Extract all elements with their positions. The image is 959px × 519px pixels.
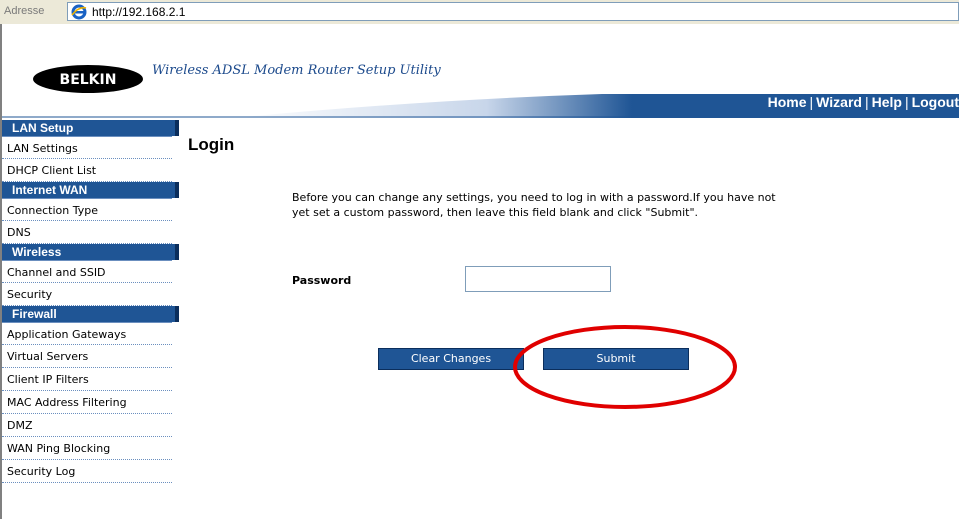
- sidebar-item-channel-ssid[interactable]: Channel and SSID: [2, 260, 172, 283]
- router-header: BELKIN Wireless ADSL Modem Router Setup …: [2, 24, 959, 118]
- sidebar-item-mac-address-filtering[interactable]: MAC Address Filtering: [2, 391, 172, 414]
- address-url: http://192.168.2.1: [92, 5, 186, 19]
- address-bar: Adresse http://192.168.2.1: [0, 0, 959, 25]
- sidebar-item-wireless-security[interactable]: Security: [2, 283, 172, 306]
- sidebar-item-security-log[interactable]: Security Log: [2, 460, 172, 483]
- sidebar-menu: LAN Setup LAN Settings DHCP Client List …: [2, 120, 179, 483]
- nav-logout-link[interactable]: Logout: [912, 94, 959, 110]
- utility-title: Wireless ADSL Modem Router Setup Utility: [152, 63, 441, 78]
- sidebar-section-wireless: Wireless: [2, 244, 179, 260]
- sidebar-item-connection-type[interactable]: Connection Type: [2, 198, 172, 221]
- login-instructions: Before you can change any settings, you …: [292, 191, 776, 219]
- top-nav: Home | Wizard | Help | Logout: [767, 94, 959, 110]
- address-label: Adresse: [4, 5, 45, 17]
- sidebar-item-application-gateways[interactable]: Application Gateways: [2, 322, 172, 345]
- submit-highlight-circle: [513, 325, 737, 409]
- address-input[interactable]: http://192.168.2.1: [67, 2, 959, 21]
- password-label: Password: [292, 274, 352, 287]
- nav-home-link[interactable]: Home: [768, 94, 807, 110]
- page-title: Login: [188, 135, 235, 154]
- sidebar-section-lan-setup: LAN Setup: [2, 120, 179, 136]
- sidebar-item-virtual-servers[interactable]: Virtual Servers: [2, 345, 172, 368]
- sidebar-item-lan-settings[interactable]: LAN Settings: [2, 136, 172, 159]
- sidebar-item-dmz[interactable]: DMZ: [2, 414, 172, 437]
- logo-text: BELKIN: [60, 72, 117, 88]
- internet-explorer-icon: [71, 4, 87, 20]
- sidebar-section-firewall: Firewall: [2, 306, 179, 322]
- sidebar-item-wan-ping-blocking[interactable]: WAN Ping Blocking: [2, 437, 172, 460]
- belkin-logo: BELKIN: [33, 65, 143, 93]
- sidebar-item-dns[interactable]: DNS: [2, 221, 172, 244]
- password-input[interactable]: [465, 266, 611, 292]
- sidebar-section-internet-wan: Internet WAN: [2, 182, 179, 198]
- sidebar-item-dhcp-client-list[interactable]: DHCP Client List: [2, 159, 172, 182]
- sidebar-item-client-ip-filters[interactable]: Client IP Filters: [2, 368, 172, 391]
- nav-help-link[interactable]: Help: [872, 94, 902, 110]
- page-content: BELKIN Wireless ADSL Modem Router Setup …: [0, 24, 959, 519]
- clear-changes-button[interactable]: Clear Changes: [378, 348, 524, 370]
- nav-wizard-link[interactable]: Wizard: [816, 94, 862, 110]
